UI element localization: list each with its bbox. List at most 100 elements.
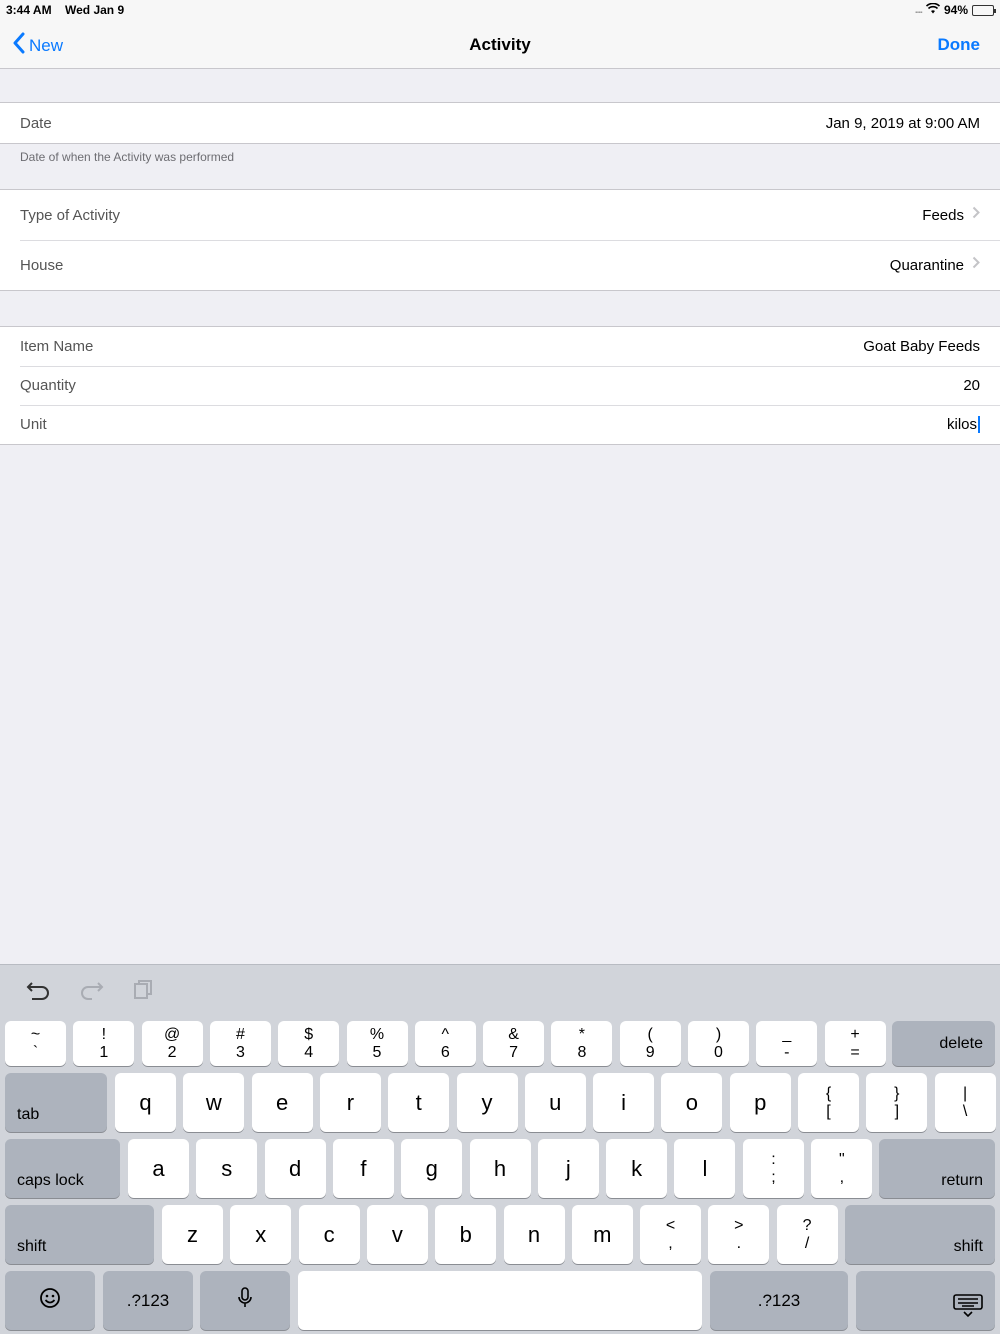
date-row[interactable]: Date Jan 9, 2019 at 9:00 AM bbox=[0, 103, 1000, 143]
emoji-key[interactable] bbox=[5, 1271, 95, 1330]
unit-field-value: kilos bbox=[946, 416, 977, 433]
key-j[interactable]: j bbox=[537, 1139, 599, 1198]
key-z[interactable]: z bbox=[162, 1205, 223, 1264]
key-semicolon[interactable]: :; bbox=[743, 1139, 804, 1198]
keyboard-shortcut-bar bbox=[0, 965, 1000, 1017]
key-0[interactable]: ) 0 bbox=[688, 1021, 749, 1066]
key-top-char: ) bbox=[715, 1025, 722, 1043]
emoji-icon bbox=[39, 1287, 61, 1315]
key-7[interactable]: & 7 bbox=[483, 1021, 545, 1066]
key-w[interactable]: w bbox=[183, 1073, 245, 1132]
key-`[interactable]: ~ ` bbox=[5, 1021, 66, 1066]
key-d[interactable]: d bbox=[264, 1139, 326, 1198]
date-footnote: Date of when the Activity was performed bbox=[20, 150, 235, 164]
key-comma[interactable]: <, bbox=[640, 1205, 701, 1264]
key-top-char: $ bbox=[304, 1025, 314, 1043]
key-[[interactable]: {[ bbox=[798, 1073, 859, 1132]
navigation-bar: New Activity Done bbox=[0, 20, 1000, 69]
key-bottom-char: ; bbox=[771, 1168, 776, 1186]
status-indicators: .... 94% bbox=[915, 2, 996, 17]
key-bottom-char: 6 bbox=[440, 1043, 450, 1061]
key-t[interactable]: t bbox=[388, 1073, 450, 1132]
undo-icon[interactable] bbox=[26, 979, 52, 1007]
key-i[interactable]: i bbox=[593, 1073, 655, 1132]
key-l[interactable]: l bbox=[674, 1139, 736, 1198]
key-top-char: " bbox=[838, 1150, 845, 1168]
key-top-char: ( bbox=[647, 1025, 653, 1043]
key-y[interactable]: y bbox=[456, 1073, 518, 1132]
key-u[interactable]: u bbox=[524, 1073, 586, 1132]
key-=[interactable]: + = bbox=[824, 1021, 886, 1066]
key-bottom-char: \ bbox=[962, 1102, 968, 1120]
key-top-char: * bbox=[578, 1025, 585, 1043]
key-c[interactable]: c bbox=[298, 1205, 360, 1264]
caps-lock-key[interactable]: caps lock bbox=[5, 1139, 120, 1198]
key-4[interactable]: $4 bbox=[278, 1021, 340, 1066]
key-p[interactable]: p bbox=[729, 1073, 791, 1132]
keyboard-dismiss-icon bbox=[953, 1294, 983, 1324]
key-r[interactable]: r bbox=[319, 1073, 381, 1132]
type-of-activity-value: Feeds bbox=[922, 206, 964, 224]
key-bottom-char: 5 bbox=[372, 1043, 382, 1061]
unit-field[interactable]: kilos bbox=[947, 416, 980, 433]
hide-keyboard-key[interactable] bbox=[856, 1271, 995, 1330]
key-top-char: > bbox=[734, 1216, 744, 1234]
right-shift-key[interactable]: shift bbox=[845, 1205, 995, 1264]
key-bottom-char: 7 bbox=[509, 1043, 519, 1061]
quantity-row[interactable]: Quantity 20 bbox=[0, 366, 1000, 405]
key-bottom-char: 1 bbox=[99, 1043, 109, 1061]
keyboard: ~ `! 1 @2 #3 $4% 5 ^ 6 & 7 * 8(9) 0 _ - + = delete tab q w e r t… bbox=[0, 964, 1000, 1334]
item-name-row[interactable]: Item Name Goat Baby Feeds bbox=[0, 327, 1000, 366]
key-2[interactable]: @2 bbox=[141, 1021, 203, 1066]
key-6[interactable]: ^ 6 bbox=[414, 1021, 476, 1066]
house-row[interactable]: House Quarantine bbox=[0, 240, 1000, 290]
dictation-key[interactable] bbox=[200, 1271, 290, 1330]
key-a[interactable]: a bbox=[128, 1139, 189, 1198]
key-period[interactable]: >. bbox=[708, 1205, 770, 1264]
key-n[interactable]: n bbox=[503, 1205, 565, 1264]
key-quote[interactable]: ", bbox=[811, 1139, 873, 1198]
key-v[interactable]: v bbox=[366, 1205, 428, 1264]
key-b[interactable]: b bbox=[435, 1205, 497, 1264]
key-x[interactable]: x bbox=[230, 1205, 292, 1264]
done-button[interactable]: Done bbox=[938, 35, 981, 55]
key-k[interactable]: k bbox=[606, 1139, 668, 1198]
key-top-char: & bbox=[508, 1025, 519, 1043]
key-f[interactable]: f bbox=[332, 1139, 394, 1198]
delete-key[interactable]: delete bbox=[892, 1021, 995, 1066]
key-top-char: ! bbox=[101, 1025, 107, 1043]
key-bottom-char: , bbox=[839, 1168, 845, 1186]
key-][interactable]: }] bbox=[866, 1073, 928, 1132]
key-bottom-char: 8 bbox=[577, 1043, 587, 1061]
key-e[interactable]: e bbox=[251, 1073, 313, 1132]
numbers-key-right[interactable]: .?123 bbox=[710, 1271, 848, 1330]
key-slash[interactable]: ? / bbox=[776, 1205, 838, 1264]
item-name-field[interactable]: Goat Baby Feeds bbox=[863, 338, 980, 355]
numbers-key-left[interactable]: .?123 bbox=[103, 1271, 193, 1330]
key-1[interactable]: ! 1 bbox=[73, 1021, 135, 1066]
unit-row[interactable]: Unit kilos bbox=[0, 405, 1000, 444]
status-date: Wed Jan 9 bbox=[65, 3, 125, 17]
redo-icon[interactable] bbox=[78, 979, 104, 1007]
key-8[interactable]: * 8 bbox=[551, 1021, 613, 1066]
key-3[interactable]: #3 bbox=[209, 1021, 271, 1066]
date-section: Date Jan 9, 2019 at 9:00 AM bbox=[0, 102, 1000, 144]
key-o[interactable]: o bbox=[661, 1073, 723, 1132]
key-g[interactable]: g bbox=[401, 1139, 463, 1198]
house-value: Quarantine bbox=[889, 256, 964, 274]
paste-icon[interactable] bbox=[132, 979, 154, 1007]
key-\[interactable]: | \ bbox=[934, 1073, 996, 1132]
key-9[interactable]: (9 bbox=[619, 1021, 681, 1066]
key-m[interactable]: m bbox=[571, 1205, 633, 1264]
quantity-field[interactable]: 20 bbox=[963, 377, 980, 394]
type-of-activity-row[interactable]: Type of Activity Feeds bbox=[0, 190, 1000, 240]
left-shift-key[interactable]: shift bbox=[5, 1205, 154, 1264]
key-h[interactable]: h bbox=[469, 1139, 531, 1198]
space-key[interactable] bbox=[298, 1271, 702, 1330]
key--[interactable]: _ - bbox=[756, 1021, 818, 1066]
key-q[interactable]: q bbox=[115, 1073, 176, 1132]
return-key[interactable]: return bbox=[879, 1139, 995, 1198]
key-5[interactable]: % 5 bbox=[346, 1021, 408, 1066]
tab-key[interactable]: tab bbox=[5, 1073, 107, 1132]
key-s[interactable]: s bbox=[196, 1139, 258, 1198]
